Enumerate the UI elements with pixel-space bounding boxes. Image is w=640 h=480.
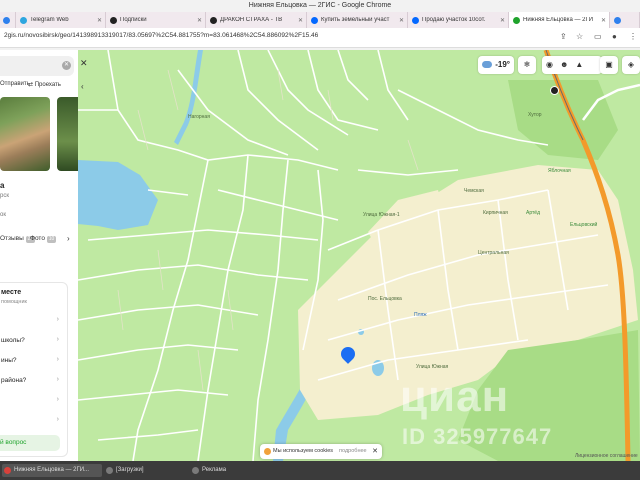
taskbar-chrome[interactable]: Нижняя Ельцовка — 2ГИ... [2,464,102,477]
folder-icon [106,467,113,474]
question-item[interactable]: района? [1,377,26,384]
chevron-right-icon: › [56,336,59,343]
poi-label: Хутор [528,112,542,118]
youtube-icon [110,16,117,24]
address-bar[interactable]: 2gis.ru/novosibirsk/geo/141398913319017/… [0,28,640,48]
ask-card: месте помощник › школы? › ины? › района? › … [0,282,68,457]
tab-sell-plot[interactable]: Продаю участок 10сот. ✕ [408,12,509,28]
poi-label: Артёд [526,210,540,216]
poi-label: Ельцовский [570,222,598,228]
chevron-right-icon: › [56,316,59,323]
watermark-id: ID 325977647 [402,424,553,449]
transport-icon[interactable]: ▣ [600,56,618,74]
chrome-icon [4,467,11,474]
map-layers-toolbar[interactable]: ◉☻▲ [542,56,602,74]
taskbar-ads[interactable]: Реклама [190,464,270,477]
window-title: Нижняя Ельцовка — 2ГИС - Google Chrome [0,0,640,12]
traffic-icon[interactable]: ◉ [546,60,560,69]
tab-more[interactable] [610,12,640,28]
ask-question-button[interactable]: й вопрос [0,435,60,451]
chevron-right-icon[interactable]: › [57,396,59,403]
panel-collapse-icon[interactable]: ‹ [81,82,84,91]
place-label: Пос. Ельцовка [368,296,402,302]
tab-close-icon[interactable]: ✕ [194,17,205,24]
street-label: Кирпичная [483,210,508,216]
bookmark-star-icon[interactable]: ☆ [576,32,583,41]
map-canvas[interactable]: Нагорная Чемская Кирпичная Улица Южная-1… [78,50,640,461]
profile-icon[interactable]: ● [612,32,617,41]
poi-label: Пляж [414,312,427,318]
cookie-more-link[interactable]: подробнее [339,448,367,454]
tab-close-icon[interactable]: ✕ [94,17,105,24]
place-panel: ✕ Отправить ⇄ Проехать а рск ок Отзывы 2… [0,50,78,461]
screen: Нижняя Ельцовка — 2ГИС - Google Chrome T… [0,0,640,480]
panel-tabs: Отзывы 20 Фото 10 › [0,232,78,246]
tab-close-icon[interactable]: ✕ [295,17,306,24]
tab-buy-land[interactable]: Купить земельный участ ✕ [307,12,408,28]
place-type: ок [0,212,6,218]
lake-shape [78,160,158,230]
route-icon: ⇄ [28,82,34,88]
question-item[interactable]: школы? [1,337,25,344]
watermark-text: циан [400,372,510,421]
2gis-icon [513,16,520,24]
menu-icon[interactable]: ⋮ [629,32,637,41]
chevron-right-icon[interactable]: › [57,416,59,423]
place-photo-2[interactable] [57,97,78,171]
cookie-icon [264,448,271,455]
tab-2gis[interactable]: Нижняя Ельцовка — 2ГИ ✕ [509,12,610,28]
telegram-icon [20,16,27,24]
share-icon[interactable]: ⇪ [560,32,567,41]
youtube-icon [210,16,217,24]
url-text[interactable]: 2gis.ru/novosibirsk/geo/141398913319017/… [4,32,318,39]
clear-search-icon[interactable]: ✕ [62,61,71,70]
tab-favicon [3,16,10,24]
place-photo[interactable] [0,97,50,171]
poi-label: Яблочная [548,168,571,174]
layers-icon[interactable]: ◈ [622,56,640,74]
cookie-banner: Мы используем cookies подробнее ✕ [260,444,382,459]
street-label: Нагорная [188,114,210,120]
send-button[interactable]: Отправить [0,81,30,87]
tab-close-icon[interactable]: ✕ [396,17,407,24]
tab-close-icon[interactable]: ✕ [497,17,508,24]
question-item[interactable]: ины? [1,357,17,364]
cian-icon [311,16,318,24]
weather-widget[interactable]: -19° [478,56,514,74]
poi-marker-icon[interactable] [550,86,559,95]
map-drawing [78,50,640,461]
tabs-next-icon[interactable]: › [67,234,70,243]
tab-pinned[interactable] [0,12,16,28]
street-label: Улица Южная [416,364,449,370]
place-subtitle: рск [0,193,9,199]
tab-close-icon[interactable]: ✕ [598,17,609,24]
chevron-right-icon: › [56,356,59,363]
cloud-icon [482,61,492,68]
street-label: Улица Южная-1 [363,212,400,218]
tab-telegram[interactable]: Telegram Web ✕ [16,12,106,28]
taskbar-downloads[interactable]: [Загрузки] [104,464,188,477]
tab-favicon [614,16,621,24]
os-taskbar: Нижняя Ельцовка — 2ГИ... [Загрузки] Рекл… [0,461,640,480]
chevron-right-icon: › [56,376,59,383]
panel-close-icon[interactable]: ✕ [80,58,88,69]
tab-strip: Telegram Web ✕ Подписки ✕ ДРАКОН СТРАХА - … [0,12,640,28]
sidebar-icon[interactable]: ▭ [594,32,602,41]
street-label: Центральная [478,250,509,256]
mountain-icon[interactable]: ▲ [575,60,590,69]
copyright-link[interactable]: Лицензионное соглашение [575,453,638,459]
people-icon[interactable]: ☻ [560,60,575,69]
close-icon[interactable]: ✕ [372,444,378,459]
tab-photos[interactable]: Фото 10 [30,235,57,243]
search-input[interactable]: ✕ [0,56,74,76]
tab-subscriptions[interactable]: Подписки ✕ [106,12,206,28]
tab-video[interactable]: ДРАКОН СТРАХА - ТВ ✕ [206,12,307,28]
route-button[interactable]: ⇄ Проехать [28,81,61,88]
snowflake-icon[interactable]: ❄ [518,56,536,74]
cian-icon [412,16,419,24]
folder-icon [192,467,199,474]
place-title: а [0,181,5,190]
street-label: Чемская [464,188,484,194]
